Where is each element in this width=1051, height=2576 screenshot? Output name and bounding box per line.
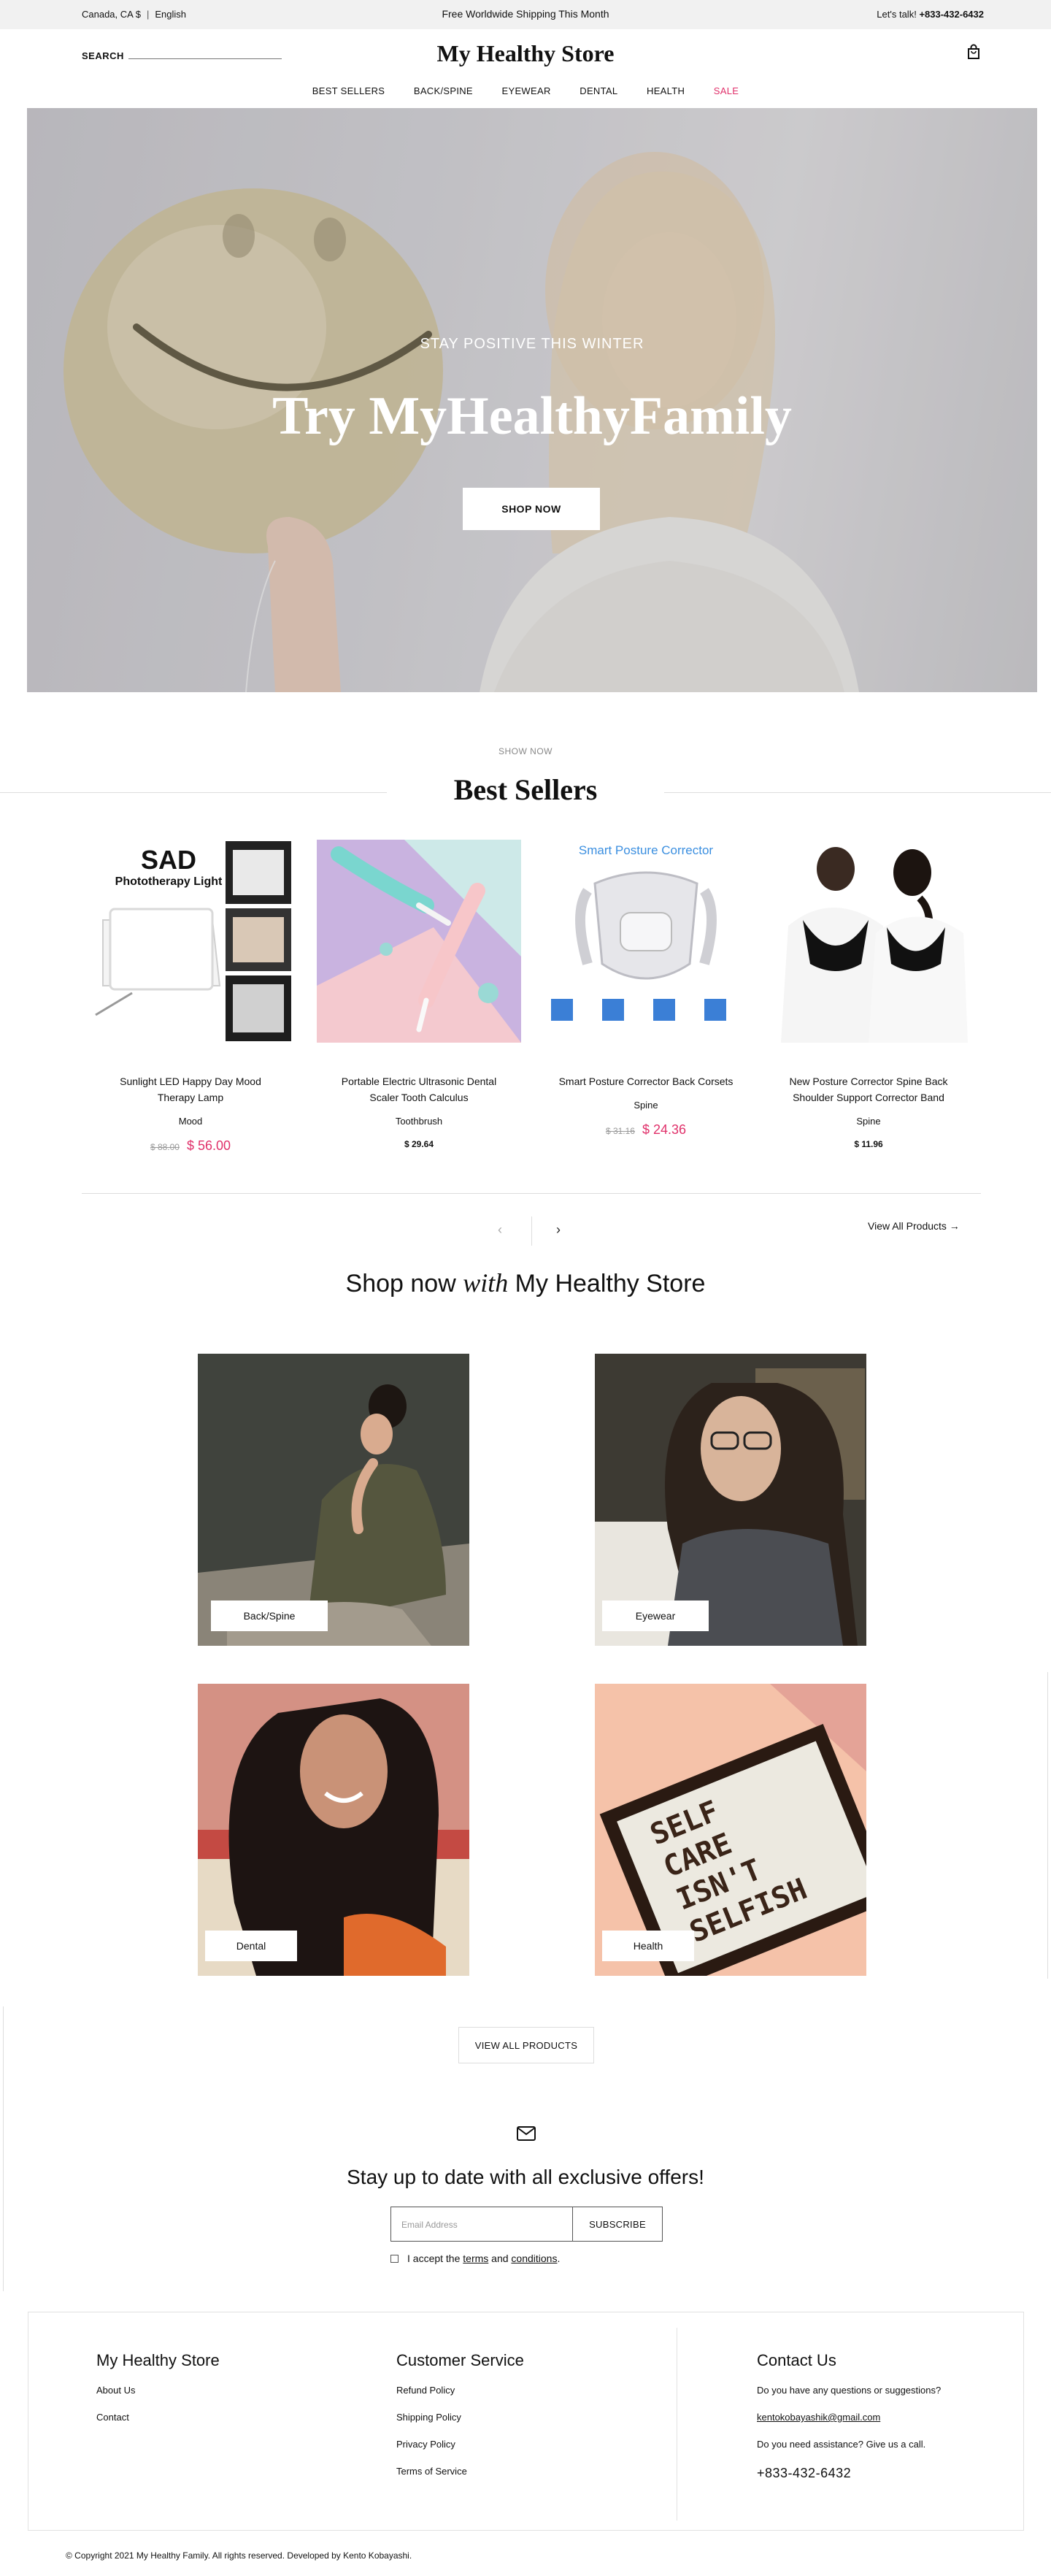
product-name[interactable]: Sunlight LED Happy Day Mood Therapy Lamp [88,1073,293,1105]
footer-link-shipping[interactable]: Shipping Policy [396,2412,524,2423]
sale-price: $ 56.00 [186,1138,231,1153]
view-all-products-link[interactable]: View All Products → [868,1220,960,1232]
product-category: Mood [178,1116,203,1127]
product-category: Toothbrush [395,1116,443,1127]
contact-phone[interactable]: +833-432-6432 [757,2466,941,2481]
newsletter-title: Stay up to date with all exclusive offer… [347,2166,704,2188]
product-category: Spine [856,1116,881,1127]
product-category: Spine [634,1100,658,1111]
hero-title: Try MyHealthyFamily [272,386,792,446]
product-name[interactable]: Portable Electric Ultrasonic Dental Scal… [317,1073,521,1105]
carousel-prev-button[interactable]: ‹ [498,1222,502,1238]
shopping-bag-icon[interactable] [966,44,981,60]
announcement-bar: Canada, CA $ | English Free Worldwide Ship… [0,0,1051,29]
product-image[interactable] [766,840,971,1043]
footer-link-privacy[interactable]: Privacy Policy [396,2439,524,2450]
site-logo[interactable]: My Healthy Store [0,40,1051,67]
contact-email-link[interactable]: kentokobayashik@gmail.com [757,2412,880,2423]
shop-with-suffix: My Healthy Store [508,1270,706,1297]
talk-label: Let's talk! [877,9,917,20]
category-label[interactable]: Back/Spine [211,1601,328,1631]
view-all-products-button[interactable]: VIEW ALL PRODUCTS [458,2027,594,2063]
regular-price: $ 29.64 [404,1139,434,1149]
footer-link-contact[interactable]: Contact [96,2412,220,2423]
product-card[interactable]: Smart Posture Corrector Smart Posture Co… [544,840,748,1138]
category-card-back-spine[interactable]: Back/Spine [198,1354,469,1646]
section-eyebrow: SHOW NOW [498,746,553,756]
subscribe-button[interactable]: SUBSCRIBE [572,2207,663,2242]
section-title: Best Sellers [453,773,598,806]
footer-heading: Customer Service [396,2351,524,2369]
envelope-icon [517,2126,536,2141]
product-card[interactable]: New Posture Corrector Spine Back Shoulde… [766,840,971,1149]
category-card-eyewear[interactable]: Eyewear [595,1354,866,1646]
accept-text: I accept the [407,2253,463,2264]
category-label[interactable]: Eyewear [602,1601,709,1631]
product-name[interactable]: New Posture Corrector Spine Back Shoulde… [766,1073,971,1105]
footer-heading: My Healthy Store [96,2351,220,2369]
email-field[interactable]: Email Address [390,2207,573,2242]
product-name[interactable]: Smart Posture Corrector Back Corsets [544,1073,748,1089]
hero-tagline: STAY POSITIVE THIS WINTER [420,336,644,352]
product-image[interactable]: Smart Posture Corrector [544,840,748,1043]
category-label[interactable]: Health [602,1931,694,1961]
nav-health[interactable]: HEALTH [647,85,685,96]
contact-assist: Do you need assistance? Give us a call. [757,2439,926,2450]
product-image-subtext: Phototherapy Light [115,875,223,888]
shop-with-italic: with [463,1268,509,1297]
category-card-health[interactable]: SELF CARE ISN'T SELFISH Health [595,1684,866,1976]
nav-eyewear[interactable]: EYEWEAR [502,85,551,96]
accept-terms-checkbox[interactable] [390,2255,399,2263]
product-card[interactable]: Portable Electric Ultrasonic Dental Scal… [317,840,521,1149]
terms-link[interactable]: terms [463,2253,488,2264]
copyright: © Copyright 2021 My Healthy Family. All … [66,2550,412,2561]
nav-back-spine[interactable]: BACK/SPINE [414,85,473,96]
product-image-text: Smart Posture Corrector [579,843,714,857]
footer-column-store: My Healthy Store About Us Contact [96,2351,220,2439]
product-image[interactable] [317,840,521,1043]
footer-column-service: Customer Service Refund Policy Shipping … [396,2351,524,2493]
footer-link-terms[interactable]: Terms of Service [396,2466,524,2477]
original-price: $ 88.00 [150,1142,180,1152]
product-image-text: SAD [141,845,196,875]
product-price: $ 88.00 $ 56.00 [88,1138,293,1154]
footer-link-refund[interactable]: Refund Policy [396,2385,524,2396]
nav-dental[interactable]: DENTAL [580,85,617,96]
contact-question: Do you have any questions or suggestions… [757,2385,942,2396]
phone-number[interactable]: +833-432-6432 [919,9,984,20]
shop-with-prefix: Shop now [345,1270,463,1297]
product-price: $ 11.96 [766,1138,971,1149]
conditions-link[interactable]: conditions [511,2253,557,2264]
original-price: $ 31.16 [605,1126,635,1136]
carousel-next-button[interactable]: › [556,1222,561,1238]
nav-sale[interactable]: SALE [714,85,739,96]
sale-price: $ 24.36 [642,1122,687,1137]
category-label[interactable]: Dental [205,1931,297,1961]
regular-price: $ 11.96 [854,1139,883,1149]
product-image[interactable]: SAD Phototherapy Light [88,840,293,1043]
divider [531,1216,532,1246]
product-price: $ 31.16 $ 24.36 [544,1122,748,1138]
product-price: $ 29.64 [317,1138,521,1149]
category-card-dental[interactable]: Dental [198,1684,469,1976]
accept-and: and [488,2253,512,2264]
contact-phone[interactable]: Let's talk! +833-432-6432 [877,9,984,20]
divider [3,2006,4,2291]
footer-link-about[interactable]: About Us [96,2385,220,2396]
section-title: Shop now with My Healthy Store [0,1268,1051,1298]
footer-heading: Contact Us [757,2351,836,2369]
divider [82,1193,981,1194]
divider [1047,1672,1048,1979]
accept-terms: I accept the terms and conditions. [390,2253,560,2264]
footer-column-contact: Contact Us Do you have any questions or … [757,2351,941,2497]
main-nav: BEST SELLERS BACK/SPINE EYEWEAR DENTAL H… [0,85,1051,96]
nav-best-sellers[interactable]: BEST SELLERS [312,85,385,96]
shop-now-button[interactable]: SHOP NOW [463,488,600,530]
hero-banner: STAY POSITIVE THIS WINTER Try MyHealthyF… [27,108,1037,692]
accept-period: . [557,2253,561,2264]
product-card[interactable]: SAD Phototherapy Light Sunlight LED Happ… [88,840,293,1154]
